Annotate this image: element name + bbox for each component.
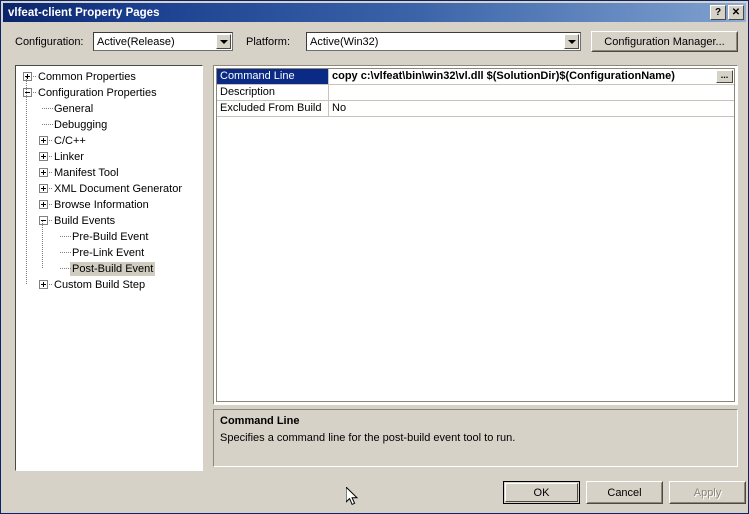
tree-item-label: Debugging	[54, 118, 107, 132]
description-panel: Command Line Specifies a command line fo…	[213, 409, 738, 467]
property-value-text: No	[332, 102, 346, 114]
configuration-value: Active(Release)	[97, 36, 175, 48]
tree-connector-line	[26, 77, 27, 285]
tree-item-post-build-event[interactable]: Post-Build Event	[18, 261, 202, 277]
property-value[interactable]: No	[329, 101, 734, 116]
property-grid-panel: Command Linecopy c:\vlfeat\bin\win32\vl.…	[213, 65, 738, 405]
tree-item-label: Common Properties	[38, 70, 136, 84]
cancel-button[interactable]: Cancel	[586, 481, 663, 504]
tree-expand-icon[interactable]	[39, 200, 48, 209]
tree-item-label: Configuration Properties	[38, 86, 157, 100]
tree-connector-line	[60, 268, 71, 269]
platform-value: Active(Win32)	[310, 36, 378, 48]
ok-button[interactable]: OK	[503, 481, 580, 504]
title-bar: vlfeat-client Property Pages ? ✕	[3, 3, 746, 22]
tree-connector-line	[42, 124, 53, 125]
tree-item-c-c[interactable]: C/C++	[18, 133, 202, 149]
configuration-bar: Configuration: Active(Release) Platform:…	[1, 25, 749, 59]
tree-expand-icon[interactable]	[39, 152, 48, 161]
tree-item-linker[interactable]: Linker	[18, 149, 202, 165]
configuration-manager-button[interactable]: Configuration Manager...	[591, 31, 738, 52]
window-title: vlfeat-client Property Pages	[8, 7, 159, 19]
chevron-down-icon[interactable]	[564, 34, 579, 49]
property-value[interactable]: copy c:\vlfeat\bin\win32\vl.dll $(Soluti…	[329, 69, 734, 84]
tree-item-label: XML Document Generator	[54, 182, 182, 196]
tree-collapse-icon[interactable]	[39, 216, 48, 225]
tree-item-label: Browse Information	[54, 198, 149, 212]
tree-expand-icon[interactable]	[39, 280, 48, 289]
tree-item-pre-build-event[interactable]: Pre-Build Event	[18, 229, 202, 245]
property-tree-panel[interactable]: Common Properties Configuration Propertie…	[15, 65, 203, 471]
tree-item-common-properties[interactable]: Common Properties	[18, 69, 202, 85]
tree-item-manifest-tool[interactable]: Manifest Tool	[18, 165, 202, 181]
tree-connector-line	[49, 220, 53, 221]
tree-item-custom-build-step[interactable]: Custom Build Step	[18, 277, 202, 293]
tree-item-debugging[interactable]: Debugging	[18, 117, 202, 133]
tree-expand-icon[interactable]	[39, 184, 48, 193]
property-value-text: copy c:\vlfeat\bin\win32\vl.dll $(Soluti…	[332, 70, 675, 82]
tree-expand-icon[interactable]	[23, 72, 32, 81]
tree-connector-line	[60, 236, 71, 237]
property-pages-dialog: vlfeat-client Property Pages ? ✕ Configu…	[0, 0, 749, 514]
tree-item-configuration-properties[interactable]: Configuration Properties	[18, 85, 202, 101]
help-icon[interactable]: ?	[710, 5, 726, 20]
tree-connector-line	[42, 221, 43, 269]
title-bar-buttons: ? ✕	[710, 5, 744, 20]
tree-item-pre-link-event[interactable]: Pre-Link Event	[18, 245, 202, 261]
ok-label: OK	[534, 487, 550, 499]
tree-collapse-icon[interactable]	[23, 88, 32, 97]
close-icon[interactable]: ✕	[728, 5, 744, 20]
tree-connector-line	[49, 172, 53, 173]
tree-expand-icon[interactable]	[39, 168, 48, 177]
tree-connector-line	[49, 284, 53, 285]
mouse-cursor-icon	[346, 487, 360, 508]
tree-connector-line	[33, 76, 37, 77]
tree-item-general[interactable]: General	[18, 101, 202, 117]
description-text: Specifies a command line for the post-bu…	[220, 432, 720, 444]
property-grid[interactable]: Command Linecopy c:\vlfeat\bin\win32\vl.…	[216, 68, 735, 402]
chevron-down-icon[interactable]	[216, 34, 231, 49]
property-row[interactable]: Command Linecopy c:\vlfeat\bin\win32\vl.…	[217, 69, 734, 85]
tree-connector-line	[33, 92, 37, 93]
apply-label: Apply	[694, 487, 722, 499]
tree-item-label: Post-Build Event	[70, 262, 155, 276]
tree-connector-line	[42, 108, 53, 109]
tree-item-label: C/C++	[54, 134, 86, 148]
cancel-label: Cancel	[607, 487, 641, 499]
browse-ellipsis-button[interactable]: ...	[716, 70, 733, 83]
tree-connector-line	[60, 252, 71, 253]
platform-label: Platform:	[246, 36, 290, 48]
tree-item-build-events[interactable]: Build Events	[18, 213, 202, 229]
configuration-label: Configuration:	[15, 36, 84, 48]
tree-connector-line	[49, 204, 53, 205]
tree-expand-icon[interactable]	[39, 136, 48, 145]
tree-item-xml-document-generator[interactable]: XML Document Generator	[18, 181, 202, 197]
tree-item-label: Pre-Link Event	[72, 246, 144, 260]
tree-item-label: Pre-Build Event	[72, 230, 148, 244]
apply-button: Apply	[669, 481, 746, 504]
configuration-manager-label: Configuration Manager...	[604, 36, 724, 48]
property-row[interactable]: Description	[217, 85, 734, 101]
tree-connector-line	[49, 140, 53, 141]
configuration-dropdown[interactable]: Active(Release)	[93, 32, 233, 51]
tree-item-label: Build Events	[54, 214, 115, 228]
tree-item-label: Manifest Tool	[54, 166, 119, 180]
property-row[interactable]: Excluded From BuildNo	[217, 101, 734, 117]
property-name: Description	[217, 85, 329, 100]
tree-item-label: Linker	[54, 150, 84, 164]
property-name: Excluded From Build	[217, 101, 329, 116]
tree-item-label: Custom Build Step	[54, 278, 145, 292]
property-tree: Common Properties Configuration Propertie…	[16, 66, 202, 293]
property-name: Command Line	[217, 69, 329, 84]
description-title: Command Line	[220, 415, 299, 427]
platform-dropdown[interactable]: Active(Win32)	[306, 32, 581, 51]
tree-connector-line	[49, 156, 53, 157]
tree-item-browse-information[interactable]: Browse Information	[18, 197, 202, 213]
tree-connector-line	[49, 188, 53, 189]
property-value[interactable]	[329, 85, 734, 100]
tree-item-label: General	[54, 102, 93, 116]
